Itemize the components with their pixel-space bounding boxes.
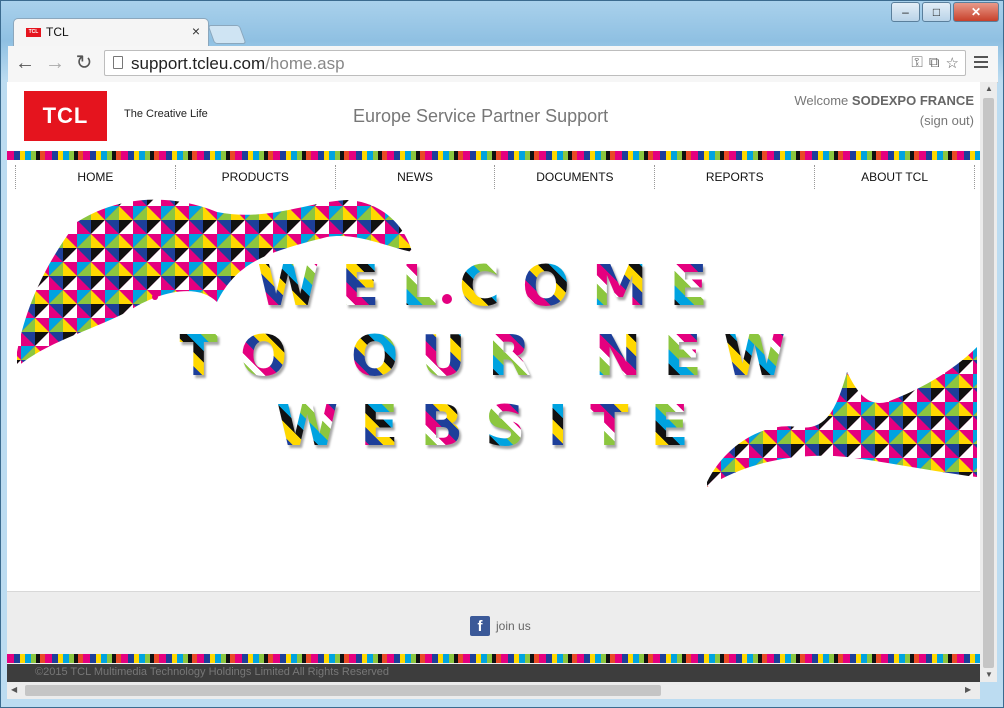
decorative-stripe-top (7, 151, 980, 160)
nav-item-products[interactable]: PRODUCTS (176, 165, 336, 189)
paint-splash-graphics (17, 199, 977, 487)
horizontal-scroll-thumb[interactable] (25, 685, 661, 696)
maximize-button[interactable]: □ (922, 2, 951, 22)
translate-icon[interactable]: ⧉ (929, 54, 940, 72)
sign-out-link[interactable]: (sign out) (920, 113, 974, 128)
hero-line-2: TO OUR NEW (7, 324, 980, 389)
site-title: Europe Service Partner Support (353, 106, 609, 126)
vertical-scroll-thumb[interactable] (983, 98, 994, 668)
url-text[interactable]: support.tcleu.com/home.asp (131, 54, 345, 74)
scroll-down-arrow-icon[interactable]: ▼ (985, 670, 993, 679)
nav-item-about[interactable]: ABOUT TCL (815, 165, 975, 189)
welcome-prefix: Welcome (794, 93, 849, 108)
hero-line-1: WELCOME (7, 254, 980, 319)
close-window-button[interactable]: ✕ (953, 2, 999, 22)
horizontal-scrollbar[interactable]: ◀ ▶ (7, 682, 980, 699)
nav-item-documents[interactable]: DOCUMENTS (495, 165, 656, 189)
tab-close-icon[interactable]: × (192, 23, 200, 39)
hero-banner: WELCOME TO OUR NEW WEBSITE (7, 192, 980, 592)
page-footer: f join us ©2015 TCL Multimedia Technolog… (7, 591, 980, 682)
page-icon (113, 56, 123, 69)
tagline: The Creative Life (124, 108, 208, 120)
hero-line-3: WEBSITE (7, 394, 980, 459)
facebook-icon[interactable]: f (470, 616, 490, 636)
browser-tab[interactable]: TCL TCL × (13, 18, 209, 46)
nav-item-news[interactable]: NEWS (336, 165, 496, 189)
tab-title: TCL (46, 25, 69, 39)
tcl-logo[interactable]: TCL (24, 91, 107, 141)
menu-icon[interactable] (974, 53, 988, 71)
nav-item-home[interactable]: HOME (15, 165, 176, 189)
key-icon[interactable]: ⚿ (911, 54, 922, 72)
forward-arrow-icon[interactable]: → (44, 52, 66, 74)
join-us-link[interactable]: join us (496, 619, 531, 633)
reload-icon[interactable]: ↻ (73, 52, 95, 74)
copyright-bar: ©2015 TCL Multimedia Technology Holdings… (7, 664, 980, 682)
scroll-right-arrow-icon[interactable]: ▶ (965, 685, 971, 694)
minimize-button[interactable]: – (891, 2, 920, 22)
copyright-text: ©2015 TCL Multimedia Technology Holdings… (35, 666, 389, 678)
browser-toolbar: ← → ↻ support.tcleu.com/home.asp ⚿ ⧉ ☆ (8, 46, 998, 83)
omnibox-icons: ⚿ ⧉ ☆ (911, 54, 959, 72)
scroll-up-arrow-icon[interactable]: ▲ (985, 84, 993, 93)
url-path: /home.asp (265, 54, 345, 73)
user-name: SODEXPO FRANCE (851, 93, 974, 108)
bookmark-star-icon[interactable]: ☆ (946, 54, 959, 72)
scroll-left-arrow-icon[interactable]: ◀ (11, 685, 17, 694)
welcome-message: Welcome SODEXPO FRANCE (794, 93, 974, 108)
back-arrow-icon[interactable]: ← (14, 52, 36, 74)
vertical-scrollbar[interactable]: ▲ ▼ (980, 82, 997, 682)
decorative-stripe-bottom (7, 654, 980, 663)
nav-item-reports[interactable]: REPORTS (655, 165, 816, 189)
main-nav: HOME PRODUCTS NEWS DOCUMENTS REPORTS ABO… (15, 165, 975, 189)
window-controls: – □ ✕ (889, 2, 999, 22)
address-bar[interactable]: support.tcleu.com/home.asp ⚿ ⧉ ☆ (104, 50, 966, 76)
tab-strip: TCL TCL × – □ ✕ (1, 1, 1004, 47)
tcl-favicon-icon: TCL (26, 28, 41, 37)
url-domain: support.tcleu.com (131, 54, 266, 73)
page-viewport: TCL The Creative Life Europe Service Par… (7, 82, 980, 682)
new-tab-button[interactable] (207, 25, 247, 44)
